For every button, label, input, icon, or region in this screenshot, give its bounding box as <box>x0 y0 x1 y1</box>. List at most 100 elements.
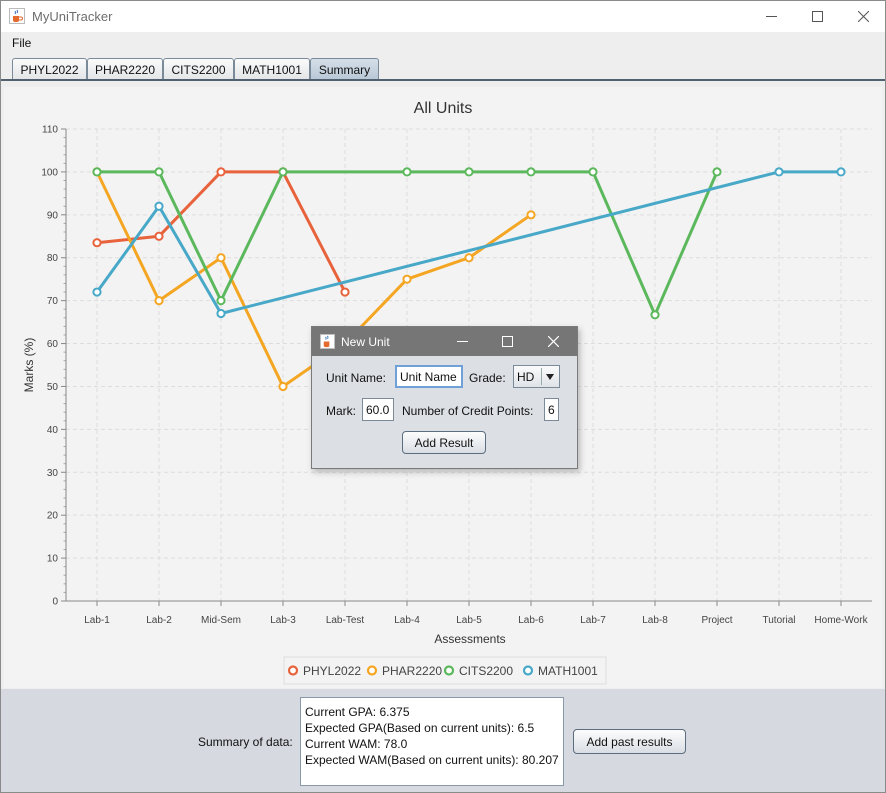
dropdown-arrow-icon <box>541 368 557 385</box>
x-tick-label: Lab-Test <box>326 615 365 626</box>
legend-marker-phar2220 <box>366 665 378 676</box>
app-window: MyUniTracker File PHYL2022 PHAR2220 CITS… <box>0 0 886 793</box>
data-point-cits2200 <box>588 167 598 177</box>
legend-marker-cits2200 <box>443 665 455 676</box>
data-point-phar2220 <box>278 381 288 392</box>
legend-marker-math1001 <box>522 665 534 676</box>
chart-title: All Units <box>414 100 473 117</box>
data-point-phar2220 <box>526 210 536 220</box>
java-cup-icon <box>320 334 335 349</box>
maximize-button[interactable] <box>794 1 840 32</box>
x-tick-label: Lab-4 <box>394 615 420 626</box>
new-unit-dialog: New Unit Unit Name: Unit Name Grade: HD … <box>311 326 578 469</box>
grade-label: Grade: <box>469 371 506 385</box>
data-point-phyl2022 <box>340 287 350 297</box>
minimize-icon <box>456 341 468 342</box>
data-point-phar2220 <box>154 296 164 306</box>
legend-label-phyl2022: PHYL2022 <box>303 664 361 678</box>
tab-phar2220[interactable]: PHAR2220 <box>87 58 163 80</box>
data-point-phar2220 <box>464 253 474 263</box>
credit-points-label: Number of Credit Points: <box>402 404 534 418</box>
tab-underline <box>1 79 885 81</box>
close-icon <box>547 336 559 347</box>
y-tick-label: 100 <box>41 167 58 178</box>
data-point-math1001 <box>92 287 102 297</box>
y-tick-label: 10 <box>47 554 59 565</box>
x-tick-label: Mid-Sem <box>201 615 241 626</box>
dialog-close-button[interactable] <box>531 327 575 356</box>
x-tick-label: Lab-6 <box>518 615 544 626</box>
y-tick-label: 30 <box>47 468 59 479</box>
summary-panel: Summary of data: Current GPA: 6.375 Expe… <box>1 689 885 792</box>
x-tick-label: Tutorial <box>763 615 796 626</box>
add-past-results-button[interactable]: Add past results <box>573 729 686 754</box>
legend-label-math1001: MATH1001 <box>538 664 598 678</box>
data-point-cits2200 <box>278 167 288 177</box>
window-title: MyUniTracker <box>32 9 113 24</box>
data-point-cits2200 <box>92 167 102 177</box>
java-cup-icon <box>9 8 25 24</box>
data-point-cits2200 <box>650 310 660 320</box>
mark-label: Mark: <box>326 404 356 418</box>
data-point-math1001 <box>774 167 784 177</box>
data-point-phyl2022 <box>154 231 164 241</box>
x-tick-label: Lab-1 <box>84 615 110 626</box>
unit-name-label: Unit Name: <box>326 371 387 385</box>
x-axis-label: Assessments <box>434 632 505 646</box>
x-tick-label: Lab-7 <box>580 615 606 626</box>
x-tick-label: Lab-2 <box>146 615 172 626</box>
data-point-math1001 <box>836 167 846 177</box>
grade-select[interactable]: HD <box>513 365 560 388</box>
maximize-icon <box>811 11 823 22</box>
y-tick-label: 70 <box>47 296 59 307</box>
dialog-title-bar: New Unit <box>312 327 577 356</box>
y-tick-label: 60 <box>47 339 59 350</box>
menu-file[interactable]: File <box>12 36 31 50</box>
tab-math1001[interactable]: MATH1001 <box>234 58 310 80</box>
mark-input[interactable]: 60.0 <box>362 398 394 421</box>
y-tick-label: 0 <box>52 597 58 608</box>
summary-line-expected-wam: Expected WAM(Based on current units): 80… <box>305 753 559 767</box>
data-point-phyl2022 <box>216 167 226 177</box>
title-bar: MyUniTracker <box>1 1 885 32</box>
tab-phyl2022[interactable]: PHYL2022 <box>12 58 87 80</box>
data-point-math1001 <box>154 201 164 211</box>
legend-label-cits2200: CITS2200 <box>459 664 513 678</box>
data-point-cits2200 <box>402 167 412 177</box>
summary-label: Summary of data: <box>198 735 293 749</box>
y-tick-label: 90 <box>47 210 59 221</box>
unit-name-input[interactable]: Unit Name <box>395 365 463 388</box>
minimize-icon <box>765 16 777 17</box>
y-tick-label: 20 <box>47 511 59 522</box>
x-tick-label: Home-Work <box>814 615 868 626</box>
x-tick-label: Lab-3 <box>270 615 296 626</box>
y-tick-label: 50 <box>47 382 59 393</box>
summary-line-gpa: Current GPA: 6.375 <box>305 705 410 719</box>
maximize-icon <box>501 336 513 347</box>
credit-points-input[interactable]: 6 <box>544 398 559 421</box>
data-point-cits2200 <box>216 296 226 306</box>
x-tick-label: Lab-5 <box>456 615 482 626</box>
data-point-math1001 <box>216 308 226 319</box>
legend-label-phar2220: PHAR2220 <box>382 664 442 678</box>
y-tick-label: 40 <box>47 425 59 436</box>
dialog-title: New Unit <box>341 335 390 349</box>
close-button[interactable] <box>840 1 885 32</box>
data-point-cits2200 <box>712 167 722 177</box>
series-line-phyl2022 <box>96 170 347 293</box>
summary-textarea[interactable]: Current GPA: 6.375 Expected GPA(Based on… <box>300 697 564 786</box>
add-result-button[interactable]: Add Result <box>402 431 486 454</box>
data-point-phyl2022 <box>92 238 102 248</box>
x-tick-label: Lab-8 <box>642 615 668 626</box>
dialog-minimize-button[interactable] <box>440 327 484 356</box>
tab-summary[interactable]: Summary <box>310 58 379 80</box>
close-icon <box>857 11 869 22</box>
minimize-button[interactable] <box>748 1 794 32</box>
tab-cits2200[interactable]: CITS2200 <box>163 58 234 80</box>
summary-line-expected-gpa: Expected GPA(Based on current units): 6.… <box>305 721 535 735</box>
tab-strip: PHYL2022 PHAR2220 CITS2200 MATH1001 Summ… <box>1 55 885 81</box>
dialog-maximize-button[interactable] <box>485 327 529 356</box>
legend-marker-phyl2022 <box>287 665 299 676</box>
data-point-cits2200 <box>154 167 164 177</box>
data-point-phar2220 <box>216 253 226 263</box>
